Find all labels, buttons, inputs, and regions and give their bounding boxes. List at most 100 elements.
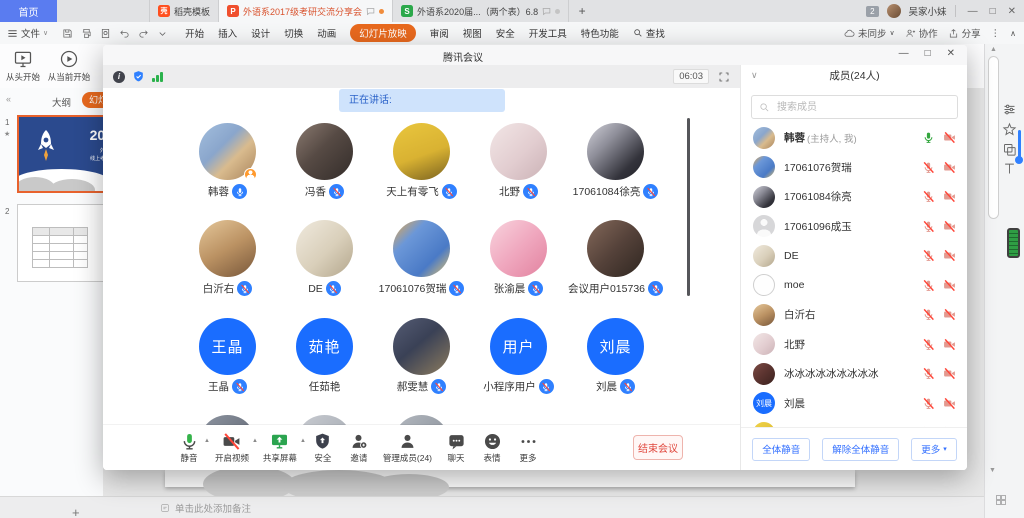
chevron-down-icon[interactable]: ∨ (751, 70, 758, 81)
ribbon-tab-security[interactable]: 安全 (496, 26, 515, 40)
member-search-input[interactable] (775, 101, 950, 114)
camera-off-icon[interactable] (943, 338, 956, 351)
chevron-up-icon[interactable]: ▲ (300, 438, 306, 444)
chevron-up-icon[interactable]: ▲ (204, 438, 210, 444)
effects-star-icon[interactable] (1002, 122, 1017, 137)
meeting-close-button[interactable]: ✕ (947, 48, 955, 59)
camera-off-icon[interactable] (943, 397, 956, 410)
mic-muted-icon[interactable] (922, 397, 935, 410)
member-row[interactable]: 17061084徐亮 (741, 182, 967, 212)
print-icon[interactable] (81, 28, 92, 39)
network-signal-icon[interactable] (152, 72, 163, 82)
camera-off-icon[interactable] (943, 220, 956, 233)
mic-muted-icon[interactable] (922, 161, 935, 174)
mic-muted-icon[interactable] (922, 367, 935, 380)
participant-tile[interactable]: 张渝晨 (470, 220, 567, 296)
participant-tile[interactable]: 白沂右 (179, 220, 276, 296)
ribbon-tab-insert[interactable]: 插入 (218, 26, 237, 40)
find-button[interactable]: 查找 (633, 26, 665, 40)
notes-placeholder[interactable]: 单击此处添加备注 (160, 501, 251, 515)
collapse-panel-icon[interactable]: « (6, 94, 11, 104)
meeting-info-icon[interactable]: i (113, 71, 125, 83)
mic-muted-icon[interactable] (922, 338, 935, 351)
member-row[interactable]: 17061076贺瑞 (741, 153, 967, 183)
participant-tile[interactable]: 会议用户015736 (567, 220, 664, 296)
share-screen-button[interactable]: 共享屏幕 (263, 432, 297, 464)
window-close-button[interactable]: ✕ (1008, 6, 1016, 17)
reactions-button[interactable]: 表情 (480, 432, 504, 464)
invite-button[interactable]: 邀请 (347, 432, 371, 464)
chat-button[interactable]: 聊天 (444, 432, 468, 464)
camera-off-icon[interactable] (943, 308, 956, 321)
participant-tile[interactable]: 郝雯慧 (373, 318, 470, 394)
shapes-icon[interactable] (1002, 142, 1017, 157)
participant-tile[interactable]: DE (276, 220, 373, 296)
share-button[interactable]: 分享 (948, 26, 981, 40)
unmute-all-button[interactable]: 解除全体静音 (822, 438, 899, 461)
camera-off-icon[interactable] (943, 161, 956, 174)
tab-slides-active[interactable]: 幻灯片 (82, 92, 104, 108)
file-menu[interactable]: 文件 ∨ (0, 26, 55, 40)
chevron-up-icon[interactable]: ▲ (252, 438, 258, 444)
collapse-ribbon-icon[interactable]: ∧ (1010, 29, 1016, 38)
sync-status-button[interactable]: 未同步 ∨ (844, 26, 895, 40)
new-slide-button[interactable]: + (72, 506, 80, 518)
kebab-menu-icon[interactable]: ⋮ (991, 28, 1001, 39)
play-from-current-button[interactable]: 从当前开始 (46, 49, 92, 83)
manage-members-button[interactable]: 管理成员(24) (383, 432, 432, 464)
member-row[interactable]: 韩蓉 (主持人, 我) (741, 123, 967, 153)
participant-tile[interactable]: 天上有零飞 (373, 123, 470, 199)
panel-scroll-handle[interactable] (1015, 156, 1023, 164)
text-tool-icon[interactable] (1002, 161, 1017, 176)
more-button[interactable]: 更多 (516, 432, 540, 464)
participant-tile[interactable]: 韩蓉 (179, 123, 276, 199)
camera-off-icon[interactable] (943, 367, 956, 380)
member-search-box[interactable] (751, 95, 958, 119)
meeting-maximize-button[interactable]: □ (925, 48, 931, 59)
camera-off-icon[interactable] (943, 279, 956, 292)
tab-document-spreadsheet[interactable]: S 外语系2020届...（两个表）6.8 (393, 0, 569, 22)
panel-scroll-indicator[interactable] (1018, 130, 1021, 158)
member-row[interactable]: 刘晨 刘晨 (741, 389, 967, 419)
scroll-down-icon[interactable]: ▼ (989, 467, 996, 474)
participant-tile[interactable]: 刘晨 刘晨 (567, 318, 664, 394)
mic-on-icon[interactable] (922, 131, 935, 144)
play-from-start-button[interactable]: 从头开始 (0, 49, 46, 83)
grid-scrollbar[interactable] (687, 118, 690, 296)
member-row[interactable]: moe (741, 271, 967, 301)
member-row[interactable]: 白沂右 (741, 300, 967, 330)
collaborate-button[interactable]: 协作 (905, 26, 938, 40)
slide-thumbnail-2[interactable] (17, 204, 104, 282)
notification-badge[interactable]: 2 (866, 6, 878, 17)
ribbon-tab-transition[interactable]: 切换 (284, 26, 303, 40)
participant-tile[interactable]: 用户 小程序用户 (470, 318, 567, 394)
start-video-button[interactable]: 开启视频 (215, 432, 249, 464)
camera-off-icon[interactable] (943, 249, 956, 262)
member-row[interactable]: 17061096成玉 (741, 212, 967, 242)
meeting-security-shield-icon[interactable] (132, 70, 145, 83)
more-actions-button[interactable]: 更多 ▾ (911, 438, 957, 461)
user-avatar[interactable] (887, 4, 901, 18)
camera-off-icon[interactable] (943, 190, 956, 203)
participant-tile[interactable]: 冯香 (276, 123, 373, 199)
ribbon-tab-view[interactable]: 视图 (463, 26, 482, 40)
ribbon-tab-design[interactable]: 设计 (251, 26, 270, 40)
participant-tile[interactable]: 王晶 王晶 (179, 318, 276, 394)
camera-off-icon[interactable] (943, 131, 956, 144)
ribbon-tab-home[interactable]: 开始 (185, 26, 204, 40)
window-maximize-button[interactable]: □ (990, 6, 996, 17)
redo-icon[interactable] (138, 28, 149, 39)
scrollbar-thumb[interactable] (988, 56, 999, 219)
participant-tile[interactable]: 北野 (470, 123, 567, 199)
ribbon-tab-devtools[interactable]: 开发工具 (529, 26, 567, 40)
participant-tile[interactable]: 茹艳 任茹艳 (276, 318, 373, 394)
slide-thumbnail-1-selected[interactable]: 202 外 线上考 (17, 115, 104, 193)
mute-all-button[interactable]: 全体静音 (752, 438, 810, 461)
undo-icon[interactable] (119, 28, 130, 39)
security-button[interactable]: 安全 (311, 432, 335, 464)
tab-document-presentation[interactable]: P 外语系2017级考研交流分享会 (219, 0, 393, 22)
ribbon-tab-features[interactable]: 特色功能 (581, 26, 619, 40)
mic-muted-icon[interactable] (922, 220, 935, 233)
tab-home[interactable]: 首页 (0, 0, 57, 22)
slide-sorter-view-icon[interactable] (995, 494, 1007, 506)
